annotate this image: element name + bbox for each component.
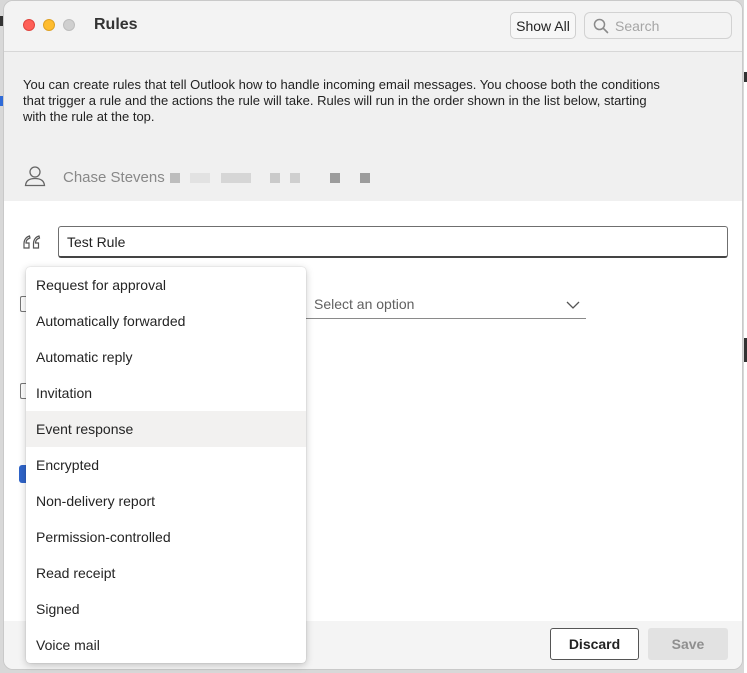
dropdown-item-permission-controlled[interactable]: Permission-controlled xyxy=(26,519,306,555)
search-field[interactable] xyxy=(584,12,732,39)
chevron-down-icon xyxy=(566,296,580,312)
zoom-window-button[interactable] xyxy=(63,19,75,31)
dropdown-item-encrypted[interactable]: Encrypted xyxy=(26,447,306,483)
title-bar: Rules Show All xyxy=(4,1,742,52)
dropdown-item-automatic-reply[interactable]: Automatic reply xyxy=(26,339,306,375)
redacted-text xyxy=(330,173,340,183)
redacted-text xyxy=(221,173,251,183)
redacted-text xyxy=(360,173,370,183)
account-name: Chase Stevens xyxy=(63,169,165,186)
window-title: Rules xyxy=(94,16,138,33)
minimize-window-button[interactable] xyxy=(43,19,55,31)
dropdown-item-invitation[interactable]: Invitation xyxy=(26,375,306,411)
account-row: Chase Stevens xyxy=(4,151,742,201)
rules-description: You can create rules that tell Outlook h… xyxy=(23,77,660,124)
option-select[interactable]: Select an option xyxy=(306,289,586,319)
rule-name-input[interactable] xyxy=(58,226,728,258)
dropdown-item-read-receipt[interactable]: Read receipt xyxy=(26,555,306,591)
redacted-text xyxy=(170,173,180,183)
redacted-text xyxy=(270,173,280,183)
dropdown-item-non-delivery-report[interactable]: Non-delivery report xyxy=(26,483,306,519)
person-icon xyxy=(24,165,46,192)
dropdown-item-signed[interactable]: Signed xyxy=(26,591,306,627)
redacted-text xyxy=(290,173,300,183)
dropdown-item-voice-mail[interactable]: Voice mail xyxy=(26,627,306,663)
discard-button[interactable]: Discard xyxy=(550,628,639,660)
dropdown-item-request-for-approval[interactable]: Request for approval xyxy=(26,267,306,303)
condition-dropdown-list: Request for approval Automatically forwa… xyxy=(26,267,306,663)
search-icon xyxy=(593,18,609,34)
show-all-button[interactable]: Show All xyxy=(510,12,576,39)
dropdown-item-automatically-forwarded[interactable]: Automatically forwarded xyxy=(26,303,306,339)
quote-icon xyxy=(22,233,42,256)
search-input[interactable] xyxy=(615,17,725,34)
select-placeholder: Select an option xyxy=(314,295,415,312)
close-window-button[interactable] xyxy=(23,19,35,31)
redacted-text xyxy=(190,173,210,183)
save-button[interactable]: Save xyxy=(648,628,728,660)
dropdown-item-event-response[interactable]: Event response xyxy=(26,411,306,447)
